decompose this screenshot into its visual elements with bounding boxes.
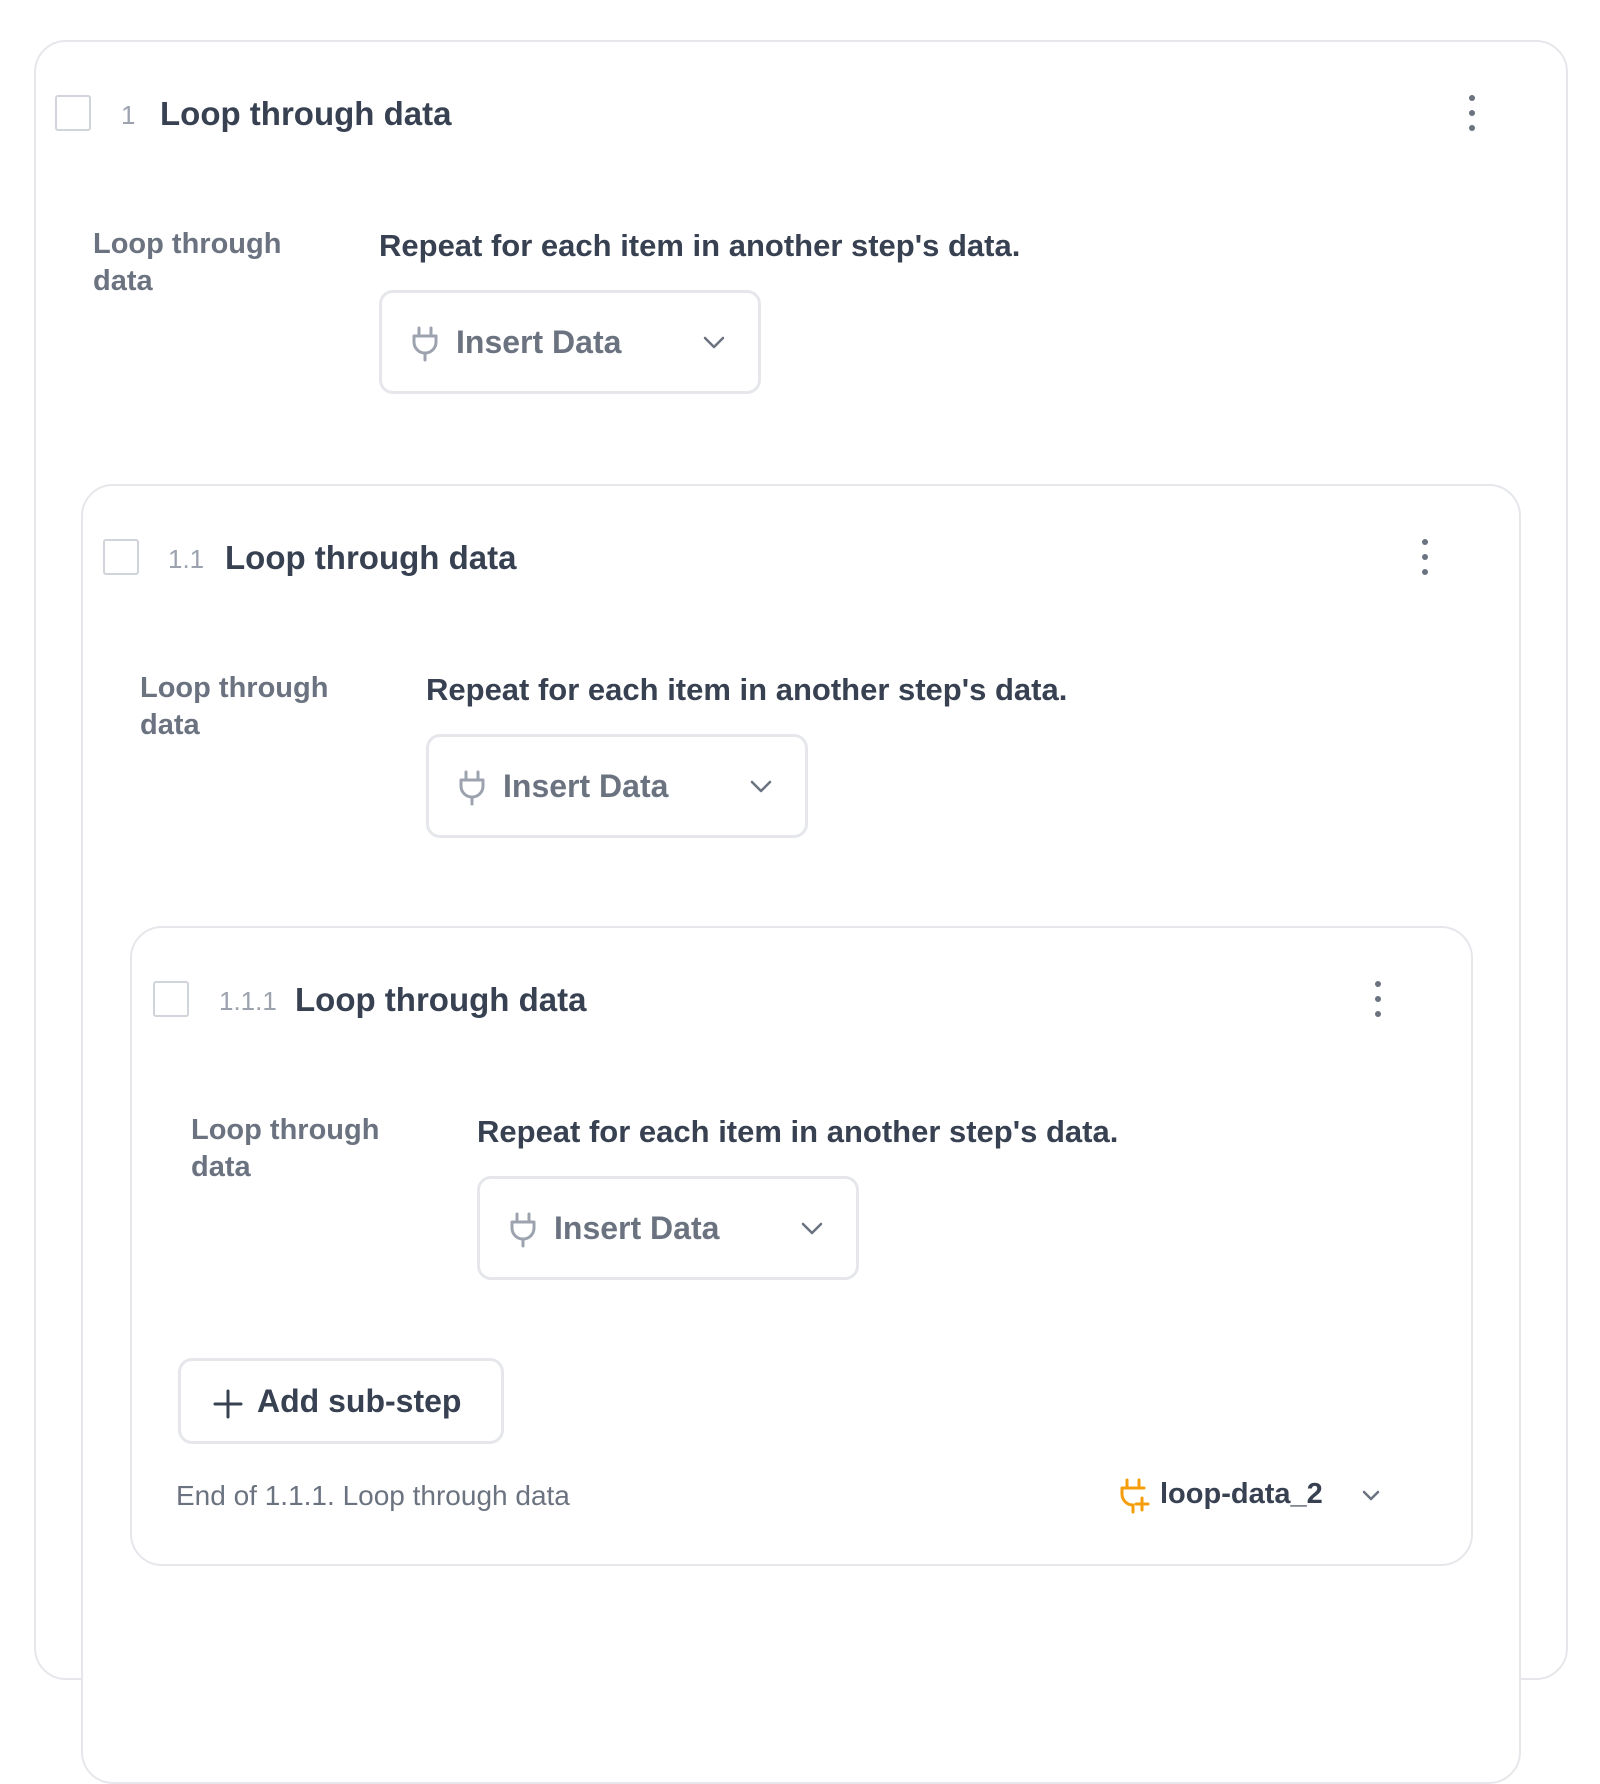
kebab-menu-icon[interactable] [1462,91,1482,135]
step-header: 1.1.1 Loop through data [132,979,1471,1019]
step-checkbox[interactable] [103,539,139,575]
insert-data-button[interactable]: Insert Data [477,1176,859,1280]
chevron-down-icon [801,1222,823,1235]
add-substep-label: Add sub-step [257,1383,462,1419]
loop-variable-name: loop-data_2 [1160,1478,1323,1510]
field-description: Repeat for each item in another step's d… [477,1114,1119,1149]
insert-data-label: Insert Data [554,1210,720,1246]
insert-data-button[interactable]: Insert Data [426,734,808,838]
field-description: Repeat for each item in another step's d… [379,228,1021,263]
step-card-1-1-1: 1.1.1 Loop through data Loop through dat… [130,926,1473,1566]
plug-icon [412,326,438,362]
step-title: Loop through data [225,539,517,576]
kebab-menu-icon[interactable] [1368,977,1388,1021]
plug-icon [510,1212,536,1248]
loop-variable-selector[interactable]: loop-data_2 [1118,1476,1398,1516]
step-number: 1.1.1 [219,986,277,1016]
insert-data-label: Insert Data [456,324,622,360]
step-number: 1.1 [168,544,205,574]
field-description: Repeat for each item in another step's d… [426,672,1068,707]
chevron-down-icon [703,336,725,349]
insert-data-button[interactable]: Insert Data [379,290,761,394]
chevron-down-icon [750,780,772,793]
step-header: 1 Loop through data [36,93,1566,133]
end-of-step-text: End of 1.1.1. Loop through data [176,1480,570,1511]
step-checkbox[interactable] [153,981,189,1017]
chevron-down-icon [1362,1490,1380,1501]
field-label: Loop through data [93,228,282,297]
step-title: Loop through data [160,95,452,132]
step-number: 1 [121,100,136,130]
step-header: 1.1 Loop through data [83,537,1519,577]
plug-icon [459,770,485,806]
field-label: Loop through data [191,1114,380,1183]
step-checkbox[interactable] [55,95,91,131]
field-label: Loop through data [140,672,329,741]
plug-plus-icon [1120,1478,1150,1514]
kebab-menu-icon[interactable] [1415,535,1435,579]
step-title: Loop through data [295,981,587,1018]
add-substep-button[interactable]: Add sub-step [178,1358,504,1444]
plus-icon [213,1389,243,1419]
insert-data-label: Insert Data [503,768,669,804]
